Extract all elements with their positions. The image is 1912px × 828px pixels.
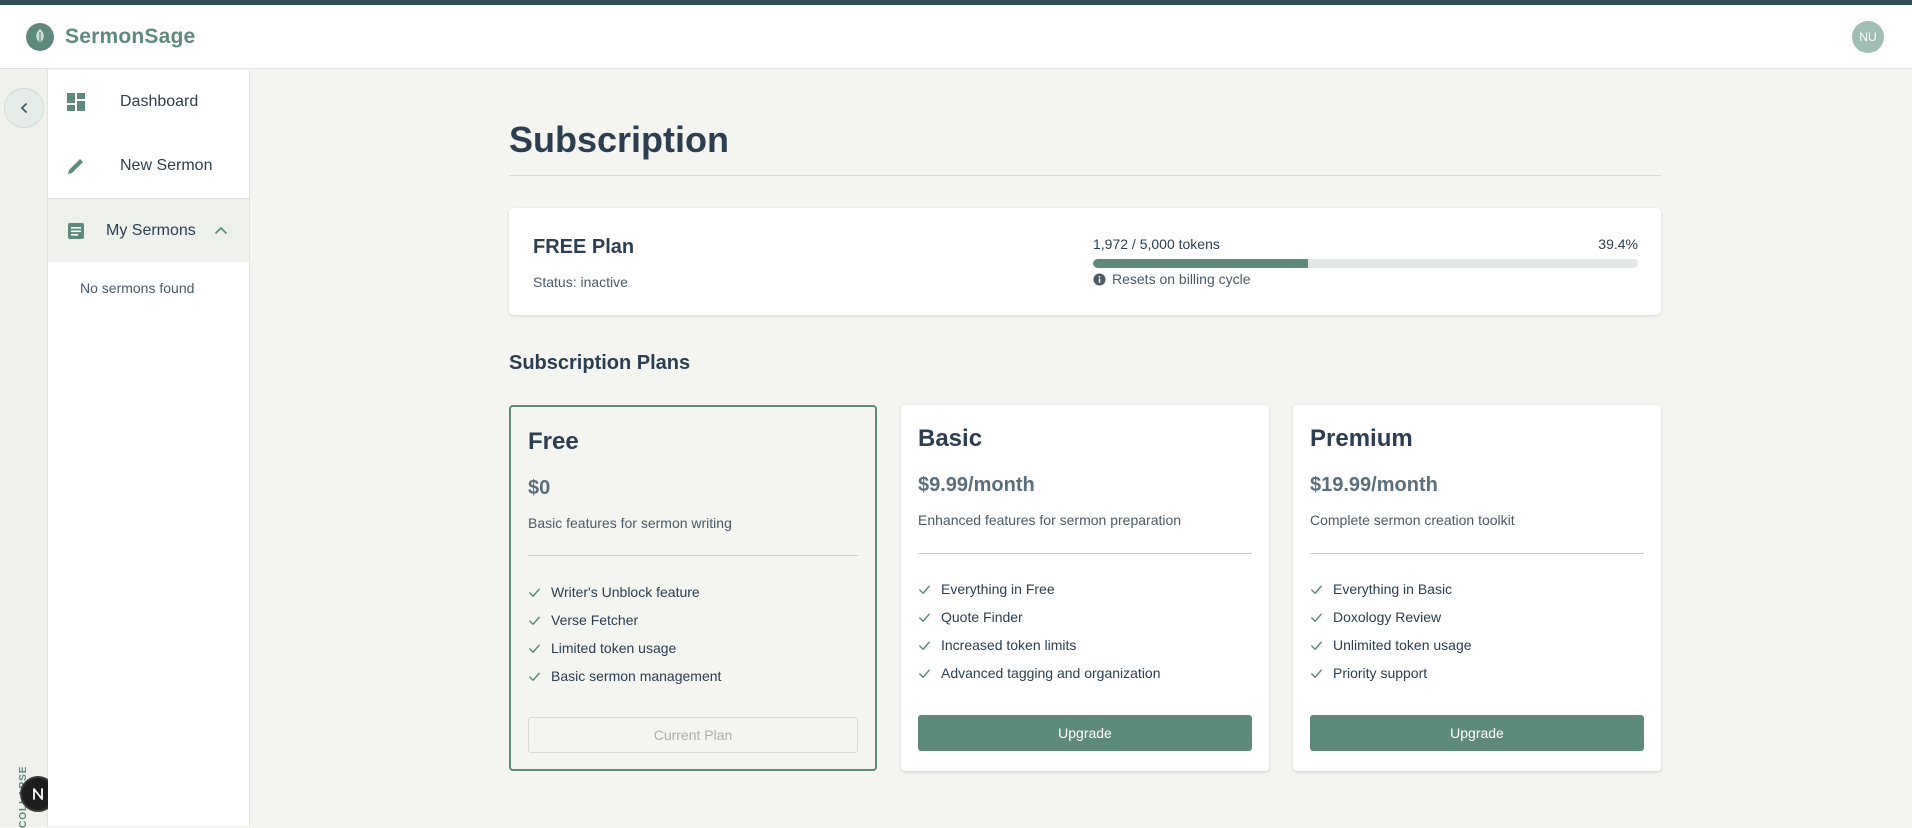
- reset-note-text: Resets on billing cycle: [1112, 271, 1251, 287]
- current-plan-button: Current Plan: [528, 717, 858, 753]
- feature-list: Everything in Free Quote Finder Increase…: [918, 575, 1161, 687]
- token-count: 1,972 / 5,000 tokens: [1093, 236, 1220, 252]
- feature-label: Increased token limits: [941, 637, 1077, 653]
- sidebar-item-label: My Sermons: [106, 221, 196, 239]
- feature-label: Verse Fetcher: [551, 612, 639, 628]
- feature-item: Quote Finder: [918, 603, 1161, 631]
- plan-card-premium: Premium $19.99/month Complete sermon cre…: [1293, 405, 1661, 771]
- sidebar-item-label: New Sermon: [120, 157, 213, 174]
- feature-item: Advanced tagging and organization: [918, 659, 1161, 687]
- feature-item: Doxology Review: [1310, 603, 1472, 631]
- leaf-logo-icon: [26, 22, 54, 51]
- feature-item: Everything in Free: [918, 575, 1161, 603]
- feature-item: Increased token limits: [918, 631, 1161, 659]
- check-icon: [1311, 641, 1322, 650]
- collapse-rail: COLLAPSE: [0, 70, 48, 828]
- plan-name: Free: [528, 428, 579, 455]
- feature-list: Writer's Unblock feature Verse Fetcher L…: [528, 578, 721, 690]
- check-icon: [529, 588, 540, 597]
- current-plan-name: FREE Plan: [533, 236, 635, 258]
- brand-name: SermonSage: [65, 24, 196, 48]
- dashboard-icon: [67, 93, 85, 111]
- feature-label: Quote Finder: [941, 609, 1023, 625]
- check-icon: [529, 672, 540, 681]
- plan-name: Basic: [918, 425, 983, 452]
- token-progress-fill: [1093, 259, 1308, 268]
- plan-description: Complete sermon creation toolkit: [1310, 512, 1515, 528]
- feature-list: Everything in Basic Doxology Review Unli…: [1310, 575, 1472, 687]
- feature-item: Limited token usage: [528, 634, 721, 662]
- feature-item: Writer's Unblock feature: [528, 578, 721, 606]
- plans-title: Subscription Plans: [509, 352, 691, 374]
- user-avatar[interactable]: NU: [1852, 20, 1884, 53]
- upgrade-premium-button[interactable]: Upgrade: [1310, 715, 1644, 751]
- feature-label: Everything in Free: [941, 581, 1055, 597]
- sidebar-item-my-sermons[interactable]: My Sermons: [48, 198, 249, 262]
- feature-label: Basic sermon management: [551, 668, 722, 684]
- feature-label: Everything in Basic: [1333, 581, 1453, 597]
- reset-note: Resets on billing cycle: [1093, 271, 1638, 287]
- pencil-icon: [68, 159, 83, 174]
- feature-item: Everything in Basic: [1310, 575, 1472, 603]
- check-icon: [919, 585, 930, 594]
- sidebar-item-label: Dashboard: [120, 93, 199, 110]
- plan-card-free: Free $0 Basic features for sermon writin…: [509, 405, 877, 771]
- check-icon: [529, 644, 540, 653]
- plan-price: $9.99/month: [918, 474, 1035, 496]
- collapse-sidebar-button[interactable]: [4, 88, 44, 128]
- plan-cards: Free $0 Basic features for sermon writin…: [509, 405, 1661, 771]
- feature-label: Doxology Review: [1333, 609, 1442, 625]
- info-icon: [1093, 272, 1106, 286]
- token-progress-bar: [1093, 259, 1638, 268]
- plan-name: Premium: [1310, 425, 1413, 452]
- feature-item: Verse Fetcher: [528, 606, 721, 634]
- check-icon: [919, 669, 930, 678]
- plan-price: $0: [528, 477, 551, 499]
- plan-description: Enhanced features for sermon preparation: [918, 512, 1182, 528]
- feature-item: Basic sermon management: [528, 662, 721, 690]
- check-icon: [1311, 669, 1322, 678]
- feature-label: Priority support: [1333, 665, 1428, 681]
- plan-price: $19.99/month: [1310, 474, 1438, 496]
- check-icon: [919, 641, 930, 650]
- page-title: Subscription: [509, 119, 1661, 176]
- sidebar-item-new-sermon[interactable]: New Sermon: [48, 134, 249, 198]
- feature-label: Unlimited token usage: [1333, 637, 1472, 653]
- feature-item: Unlimited token usage: [1310, 631, 1472, 659]
- usage-card: FREE Plan Status: inactive 1,972 / 5,000…: [509, 208, 1661, 315]
- upgrade-basic-button[interactable]: Upgrade: [918, 715, 1252, 751]
- check-icon: [919, 613, 930, 622]
- check-icon: [529, 616, 540, 625]
- feature-label: Writer's Unblock feature: [551, 584, 700, 600]
- plan-status: Status: inactive: [533, 274, 628, 290]
- token-usage: 1,972 / 5,000 tokens 39.4% Resets on bil…: [1093, 236, 1638, 287]
- chevron-up-icon[interactable]: [214, 224, 228, 238]
- plan-description: Basic features for sermon writing: [528, 515, 732, 531]
- sidebar-item-dashboard[interactable]: Dashboard: [48, 70, 249, 134]
- empty-sermons-note: No sermons found: [80, 280, 195, 296]
- brand[interactable]: SermonSage: [26, 22, 196, 51]
- app-header: SermonSage NU: [0, 5, 1912, 69]
- divider: [1310, 553, 1644, 554]
- check-icon: [1311, 585, 1322, 594]
- main-content: Subscription FREE Plan Status: inactive …: [509, 70, 1661, 771]
- chevron-left-icon: [21, 103, 27, 113]
- plan-card-basic: Basic $9.99/month Enhanced features for …: [901, 405, 1269, 771]
- feature-label: Advanced tagging and organization: [941, 665, 1161, 681]
- feature-item: Priority support: [1310, 659, 1472, 687]
- feature-label: Limited token usage: [551, 640, 677, 656]
- divider: [918, 553, 1252, 554]
- divider: [528, 555, 858, 556]
- document-icon: [68, 222, 84, 239]
- check-icon: [1311, 613, 1322, 622]
- sidebar: Dashboard New Sermon My Sermons No sermo…: [48, 70, 250, 826]
- token-percent: 39.4%: [1598, 236, 1638, 252]
